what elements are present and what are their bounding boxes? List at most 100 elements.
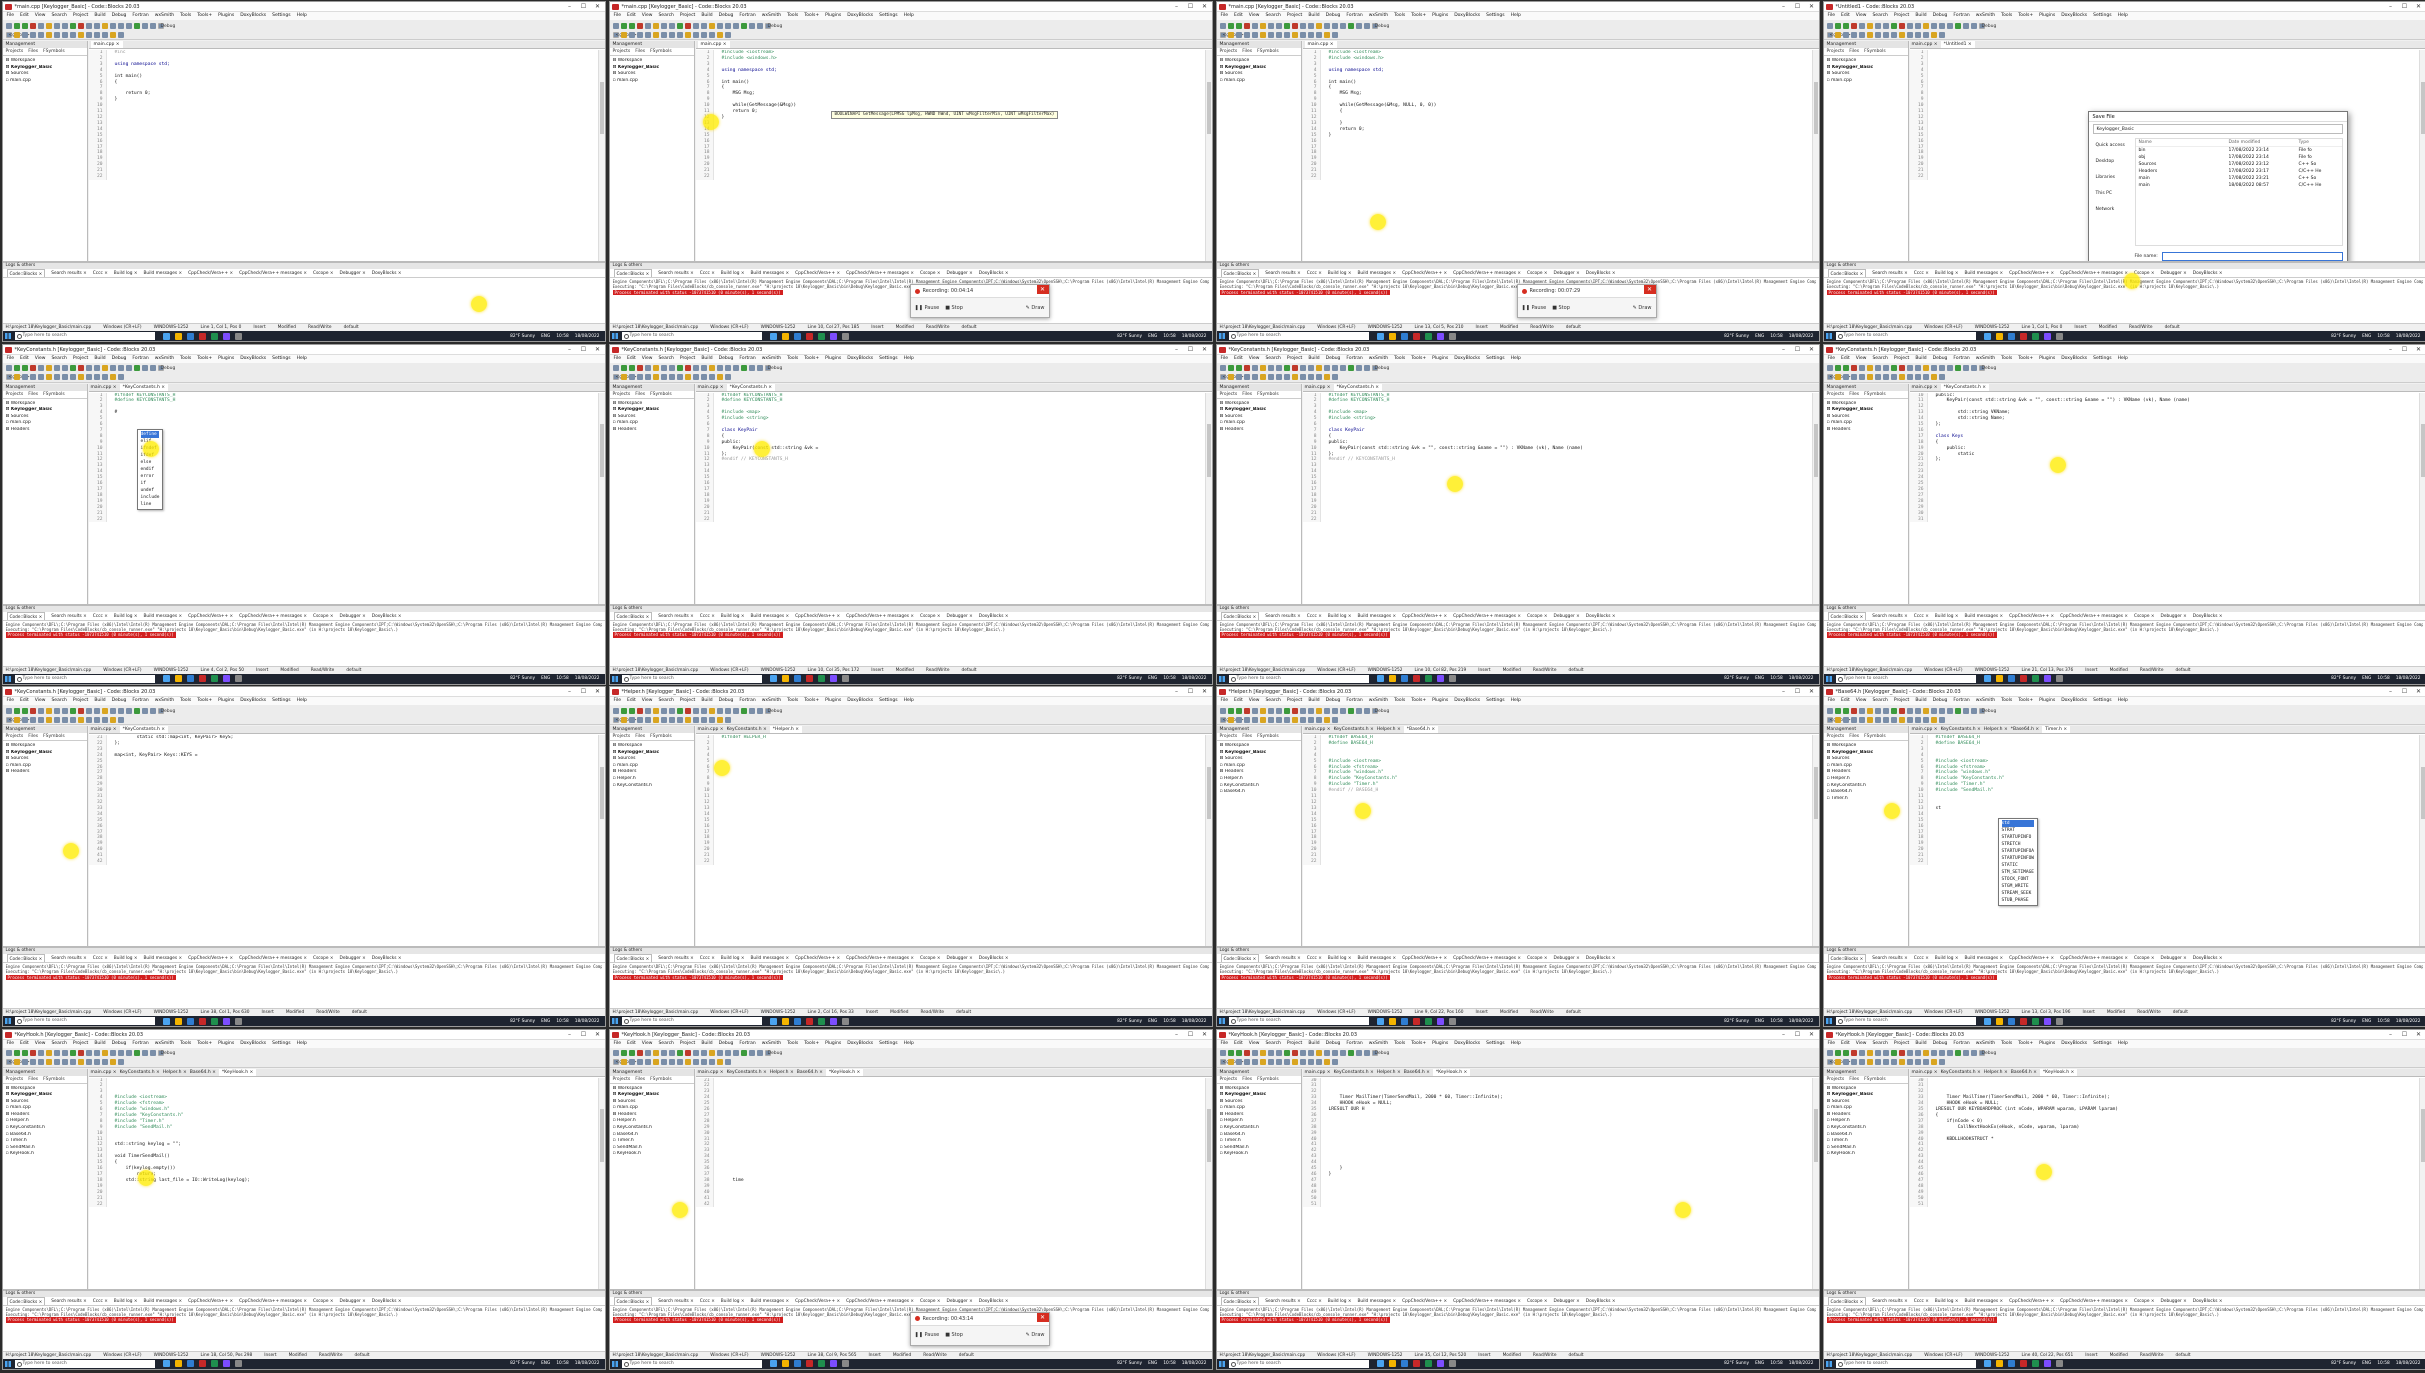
- toolbar-icon[interactable]: [1882, 374, 1889, 380]
- log-tab[interactable]: Debugger ×: [2161, 269, 2187, 277]
- file-row[interactable]: main 17/08/2022 23:21 C++ So: [2136, 175, 2342, 182]
- toolbar-icon[interactable]: [61, 1059, 68, 1065]
- toolbar-icon[interactable]: [1914, 1050, 1921, 1056]
- menu-item[interactable]: View: [1249, 355, 1260, 363]
- toolbar-icon[interactable]: [1267, 1059, 1274, 1065]
- log-tab[interactable]: CppCheck/Vera++ messages ×: [1453, 954, 1521, 962]
- toolbar-icon[interactable]: [29, 365, 36, 371]
- build-target-select[interactable]: Debug: [1978, 707, 1996, 714]
- toolbar-icon[interactable]: [676, 365, 683, 371]
- log-tab[interactable]: Search results ×: [51, 269, 87, 277]
- menu-item[interactable]: Tools: [2001, 12, 2012, 20]
- menu-item[interactable]: wxSmith: [762, 1040, 781, 1048]
- toolbar-icon[interactable]: [53, 707, 60, 714]
- toolbar-icon[interactable]: [1954, 707, 1961, 714]
- toolbar-icon[interactable]: [700, 707, 707, 714]
- toolbar-icon[interactable]: [21, 31, 28, 38]
- toolbar-icon[interactable]: [13, 22, 20, 29]
- tree-item-workspace[interactable]: ⊟ Workspace: [6, 743, 84, 750]
- menu-item[interactable]: Help: [297, 1040, 307, 1048]
- toolbar-icon[interactable]: [1938, 31, 1945, 38]
- toolbar-icon[interactable]: [1299, 374, 1306, 380]
- toolbar-icon[interactable]: [1227, 365, 1234, 371]
- toolbar-icon[interactable]: [45, 1050, 52, 1056]
- taskbar-app-icon[interactable]: [1436, 675, 1444, 682]
- toolbar-icon[interactable]: [1834, 365, 1841, 371]
- toolbar-icon[interactable]: [1227, 1059, 1234, 1065]
- build-target-select[interactable]: Debug: [764, 365, 782, 371]
- editor-tab[interactable]: *KeyHook.h ×: [2039, 1068, 2078, 1076]
- toolbar-icon[interactable]: [1219, 1050, 1226, 1056]
- build-target-select[interactable]: Debug: [1371, 1050, 1389, 1056]
- taskbar-app-icon[interactable]: [1376, 1017, 1384, 1025]
- minimize-icon[interactable]: –: [2384, 687, 2398, 696]
- toolbar-icon[interactable]: [1219, 365, 1226, 371]
- menu-item[interactable]: Plugins: [218, 12, 234, 20]
- tree-item-file[interactable]: ⊟ Headers: [1827, 769, 1905, 776]
- toolbar-icon[interactable]: [1890, 22, 1897, 29]
- taskbar-app-icon[interactable]: [829, 1360, 837, 1367]
- minimize-icon[interactable]: –: [2384, 345, 2398, 354]
- toolbar-icon[interactable]: [684, 374, 691, 380]
- taskbar-app-icon[interactable]: [793, 1017, 801, 1025]
- log-tab[interactable]: Search results ×: [1265, 612, 1301, 620]
- menu-item[interactable]: Project: [73, 355, 88, 363]
- toolbar-icon[interactable]: [1938, 22, 1945, 29]
- windows-start-icon[interactable]: [3, 1359, 13, 1369]
- log-tab[interactable]: Build log ×: [114, 954, 138, 962]
- toolbar-icon[interactable]: [109, 31, 116, 38]
- editor-tab[interactable]: *Untitled1 ×: [1940, 41, 1975, 48]
- tree-item-project[interactable]: ⊟ Keylogger_Basic: [613, 407, 691, 414]
- tree-item-project[interactable]: ⊟ Keylogger_Basic: [613, 1092, 691, 1099]
- menu-item[interactable]: Search: [51, 355, 66, 363]
- tree-item-file[interactable]: ⊟ Headers: [613, 769, 691, 776]
- taskbar-app-icon[interactable]: [210, 675, 218, 682]
- toolbar-icon[interactable]: [1970, 22, 1977, 29]
- minimize-icon[interactable]: –: [1777, 687, 1791, 696]
- menu-item[interactable]: Plugins: [218, 697, 234, 705]
- toolbar-icon[interactable]: [1858, 31, 1865, 38]
- menu-item[interactable]: Project: [73, 697, 88, 705]
- toolbar-icon[interactable]: [29, 22, 36, 29]
- toolbar-icon[interactable]: [620, 716, 627, 723]
- tree-item-project[interactable]: ⊟ Keylogger_Basic: [1827, 65, 1905, 72]
- toolbar-icon[interactable]: [1235, 22, 1242, 29]
- log-tab[interactable]: Search results ×: [1872, 612, 1908, 620]
- toolbar-icon[interactable]: [149, 707, 156, 714]
- tree-item-workspace[interactable]: ⊟ Workspace: [1827, 401, 1905, 408]
- toolbar-icon[interactable]: [1251, 716, 1258, 723]
- tree-item-file[interactable]: ▫ KeyConstants.h: [6, 1125, 84, 1132]
- toolbar-icon[interactable]: [1275, 1050, 1282, 1056]
- management-tab[interactable]: Files: [1849, 391, 1859, 398]
- toolbar-icon[interactable]: [668, 31, 675, 38]
- menu-item[interactable]: Project: [1287, 355, 1302, 363]
- editor-tab[interactable]: Base64.h ×: [797, 1069, 823, 1076]
- taskbar-app-icon[interactable]: [817, 1017, 825, 1025]
- management-tab[interactable]: Files: [1242, 733, 1252, 740]
- toolbar-icon[interactable]: [1299, 22, 1306, 29]
- toolbar-icon[interactable]: [1363, 707, 1370, 714]
- tree-item-project[interactable]: ⊟ Keylogger_Basic: [1827, 750, 1905, 757]
- windows-start-icon[interactable]: [1824, 674, 1834, 684]
- menu-item[interactable]: Search: [658, 12, 673, 20]
- menu-item[interactable]: Tools: [1394, 12, 1405, 20]
- editor-tab[interactable]: KeyConstants.h ×: [727, 726, 767, 733]
- toolbar-icon[interactable]: [1882, 365, 1889, 371]
- taskbar-search-input[interactable]: Type here to search: [621, 332, 762, 340]
- log-tab[interactable]: Cccc ×: [1307, 1297, 1322, 1305]
- taskbar-app-icon[interactable]: [1983, 1360, 1991, 1367]
- tree-item-file[interactable]: ⊟ Sources: [613, 1099, 691, 1106]
- toolbar-icon[interactable]: [668, 1059, 675, 1065]
- toolbar-icon[interactable]: [644, 22, 651, 29]
- toolbar-icon[interactable]: [684, 1050, 691, 1056]
- menu-item[interactable]: Fortran: [132, 12, 148, 20]
- log-tab[interactable]: CppCheck/Vera++ messages ×: [2060, 954, 2128, 962]
- taskbar-app-icon[interactable]: [186, 1360, 194, 1367]
- menu-item[interactable]: Tools+: [197, 12, 212, 20]
- tree-item-file[interactable]: ▫ KeyConstants.h: [1827, 783, 1905, 790]
- management-tab[interactable]: FSymbols: [43, 48, 65, 55]
- toolbar-icon[interactable]: [644, 31, 651, 38]
- menu-item[interactable]: Edit: [1841, 355, 1850, 363]
- taskbar-app-icon[interactable]: [769, 1360, 777, 1367]
- toolbar-icon[interactable]: [668, 716, 675, 723]
